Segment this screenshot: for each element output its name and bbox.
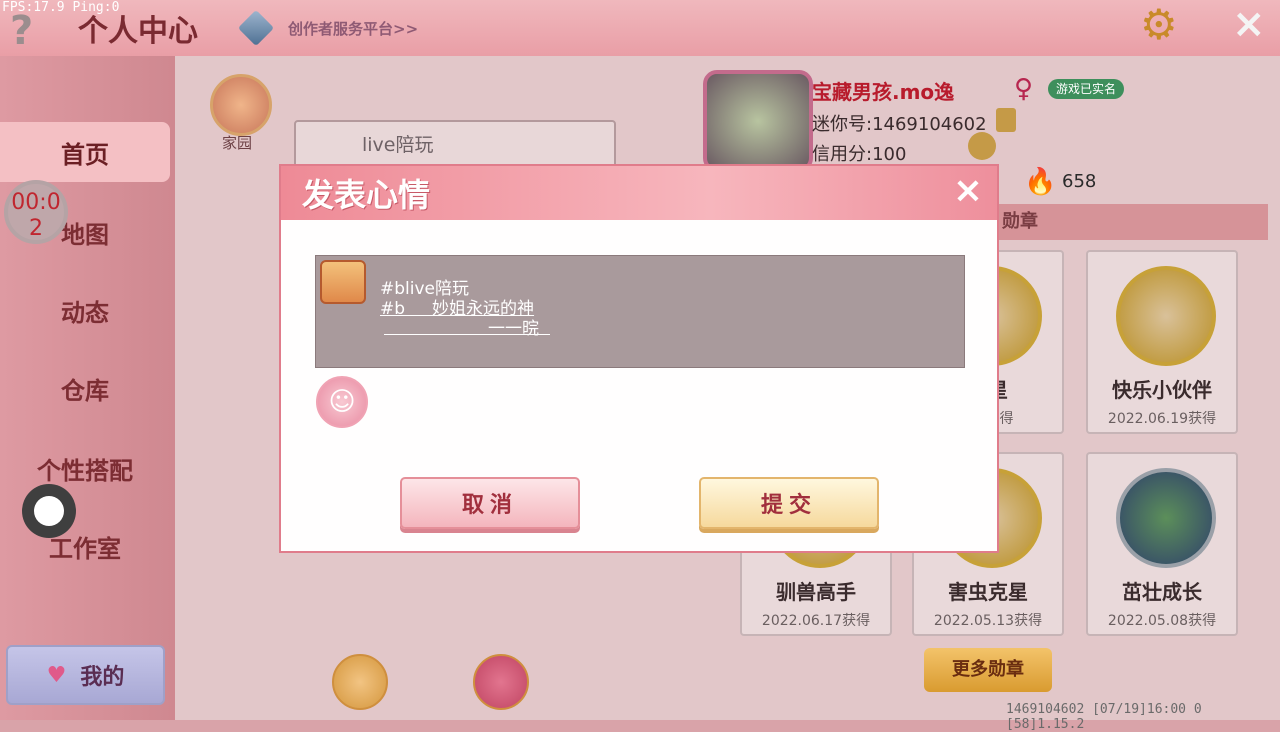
credit-score: 信用分:100 — [812, 144, 907, 165]
dialog-title: 发表心情 — [302, 176, 431, 214]
medal-card[interactable]: 茁壮成长 2022.05.08获得 — [1086, 452, 1238, 636]
medal-icon — [1116, 468, 1216, 568]
creator-platform-link[interactable]: 创作者服务平台>> — [288, 18, 418, 39]
heart-icon: ♥ — [46, 662, 67, 688]
medal-header-label: 勋章 — [1002, 211, 1038, 232]
submit-button[interactable]: 提交 — [699, 477, 879, 529]
dialog-close-icon[interactable]: × — [951, 173, 985, 209]
medal-date: 2022.05.08获得 — [1107, 613, 1217, 629]
mood-text-line: 一一晥 — [488, 319, 539, 339]
floating-assist-button[interactable] — [22, 484, 76, 538]
avatar[interactable] — [703, 70, 813, 172]
edit-icon[interactable] — [332, 654, 388, 710]
gear-icon[interactable]: ⚙ — [1140, 4, 1178, 46]
lock-icon[interactable] — [473, 654, 529, 710]
sidebar: 首页 地图 动态 仓库 个性搭配 工作室 — [0, 56, 175, 720]
close-icon[interactable]: × — [1232, 4, 1266, 44]
my-button[interactable]: ♥ 我的 — [6, 645, 165, 705]
sidebar-item-home[interactable]: 首页 — [0, 122, 170, 182]
signature-card-text: live陪玩 — [362, 134, 434, 156]
my-button-label: 我的 — [80, 665, 125, 690]
home-icon[interactable] — [210, 74, 272, 136]
sidebar-item-outfit[interactable]: 个性搭配 — [0, 438, 170, 498]
medal-name: 害虫克星 — [948, 580, 1028, 604]
mood-avatar-icon — [320, 260, 366, 304]
medal-name: 茁壮成长 — [1122, 580, 1202, 604]
medal-icon — [1116, 266, 1216, 366]
popularity-score: 658 — [1062, 171, 1097, 192]
medal-card[interactable]: 快乐小伙伴 2022.06.19获得 — [1086, 250, 1238, 434]
text-underline — [384, 334, 550, 335]
sidebar-item-activity[interactable]: 动态 — [0, 280, 170, 340]
medal-name: 快乐小伙伴 — [1112, 378, 1212, 402]
fire-icon: 🔥 — [1024, 167, 1057, 197]
medal-date: 2022.06.19获得 — [1107, 411, 1217, 427]
home-label: 家园 — [222, 134, 253, 152]
more-medals-button[interactable]: 更多勋章 — [924, 648, 1052, 692]
help-icon[interactable]: ? — [10, 8, 33, 54]
copy-icon[interactable] — [996, 108, 1016, 132]
emoji-icon[interactable]: ☺ — [316, 376, 368, 428]
record-timer[interactable]: 00:0 2 — [4, 180, 68, 244]
cancel-button[interactable]: 取消 — [400, 477, 580, 529]
footer-info: 1469104602 [07/19]16:00 0 [58]1.15.2 — [1006, 702, 1202, 732]
timer-seconds: 2 — [29, 216, 43, 241]
sidebar-item-warehouse[interactable]: 仓库 — [0, 358, 170, 418]
medal-date: 2022.06.17获得 — [761, 613, 871, 629]
friend-icon[interactable] — [968, 132, 996, 160]
username: 宝藏男孩.mo逸 — [812, 80, 955, 104]
medal-header: 勋章 — [998, 204, 1268, 240]
female-icon: ♀ — [1014, 74, 1034, 104]
mini-id: 迷你号:1469104602 — [812, 114, 987, 135]
page-title: 个人中心 — [78, 14, 198, 49]
timer-minutes: 00:0 — [11, 190, 61, 215]
medal-date: 2022.05.13获得 — [933, 613, 1043, 629]
medal-name: 驯兽高手 — [776, 580, 856, 604]
verified-badge: 游戏已实名 — [1048, 79, 1125, 99]
